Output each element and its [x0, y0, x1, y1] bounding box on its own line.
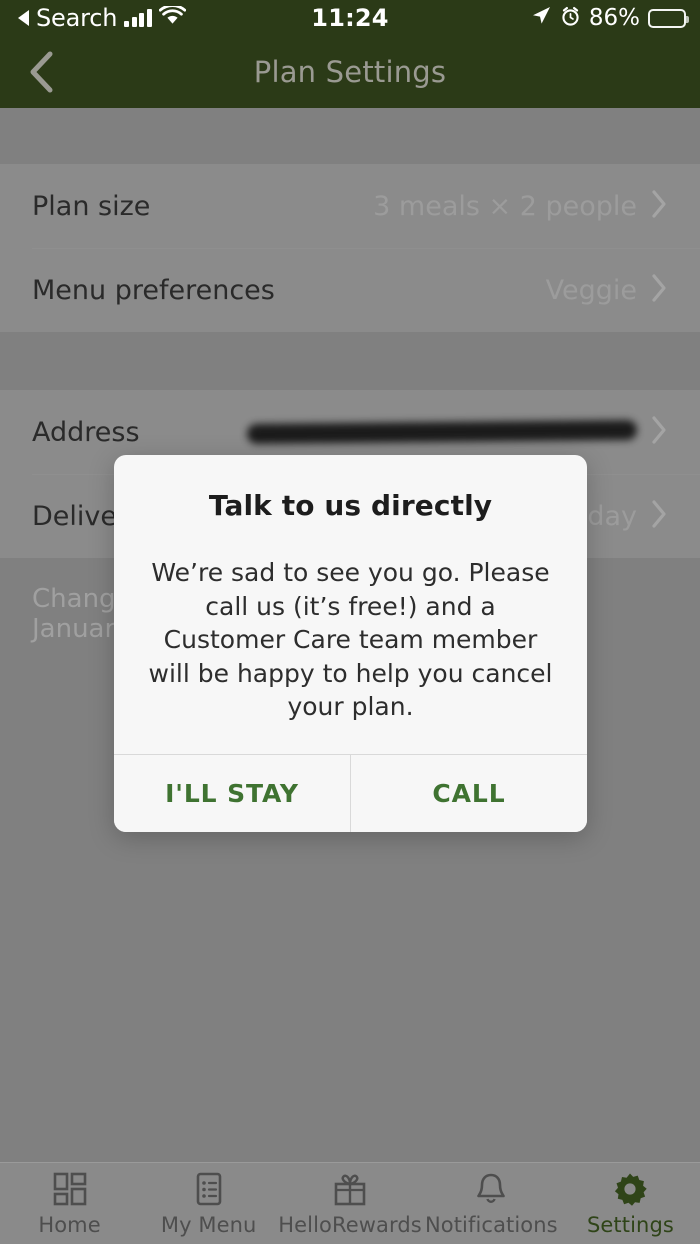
- chevron-left-icon: [27, 50, 55, 94]
- cancel-plan-dialog: Talk to us directly We’re sad to see you…: [114, 455, 587, 832]
- bottom-tab-bar: Home My Menu HelloRewards Notifications …: [0, 1162, 700, 1244]
- dialog-title: Talk to us directly: [208, 489, 493, 522]
- wifi-icon: [158, 4, 186, 30]
- settings-group-plan: Plan size 3 meals × 2 people Menu prefer…: [0, 164, 700, 332]
- nav-header: Plan Settings: [0, 36, 700, 108]
- status-bar-right: 86%: [530, 5, 689, 31]
- chevron-right-icon: [651, 273, 668, 307]
- ill-stay-button[interactable]: I'LL STAY: [114, 754, 350, 832]
- tab-label: Settings: [586, 1212, 674, 1237]
- tab-hellorewards[interactable]: HelloRewards: [278, 1163, 422, 1244]
- tab-label: My Menu: [160, 1212, 257, 1237]
- chevron-right-icon: [651, 189, 668, 223]
- back-button[interactable]: [14, 45, 68, 99]
- redacted-address-value: [246, 419, 638, 445]
- tab-home[interactable]: Home: [0, 1163, 139, 1244]
- row-right: [246, 415, 668, 449]
- call-button[interactable]: CALL: [350, 754, 587, 832]
- alarm-clock-icon: [560, 6, 581, 31]
- dialog-body: Talk to us directly We’re sad to see you…: [114, 455, 587, 754]
- row-value: 3 meals × 2 people: [373, 190, 637, 222]
- status-bar-left[interactable]: Search: [18, 4, 186, 32]
- chevron-right-icon: [651, 415, 668, 449]
- back-triangle-icon: [18, 10, 29, 26]
- cellular-signal-icon: [124, 8, 152, 27]
- settings-row-plan-size[interactable]: Plan size 3 meals × 2 people: [0, 164, 700, 248]
- chevron-right-icon: [651, 499, 668, 533]
- bell-icon: [473, 1171, 509, 1207]
- battery-percent-label: 86%: [588, 5, 640, 31]
- return-to-search-label: Search: [36, 4, 118, 32]
- tab-settings[interactable]: Settings: [561, 1163, 700, 1244]
- tab-label: Notifications: [424, 1212, 558, 1237]
- settings-row-menu-preferences[interactable]: Menu preferences Veggie: [0, 248, 700, 332]
- row-right: Veggie: [546, 273, 668, 307]
- phone-screen: Search 11:24 86% Plan Settings Plan size…: [0, 0, 700, 1244]
- row-value: Veggie: [545, 274, 637, 306]
- list-document-icon: [191, 1171, 227, 1207]
- dialog-message: We’re sad to see you go. Please call us …: [148, 558, 553, 721]
- dialog-actions: I'LL STAY CALL: [114, 753, 587, 832]
- tab-notifications[interactable]: Notifications: [422, 1163, 561, 1244]
- status-bar: Search 11:24 86%: [0, 0, 700, 36]
- page-title: Plan Settings: [253, 55, 447, 89]
- grid-icon: [52, 1171, 88, 1207]
- battery-icon: [648, 8, 689, 28]
- tab-label: Home: [38, 1212, 101, 1237]
- gift-icon: [331, 1171, 369, 1207]
- row-right: sday: [573, 499, 668, 533]
- row-label: Plan size: [32, 190, 151, 222]
- gear-icon: [612, 1171, 648, 1207]
- tab-my-menu[interactable]: My Menu: [139, 1163, 278, 1244]
- location-arrow-icon: [530, 5, 552, 31]
- row-right: 3 meals × 2 people: [373, 189, 668, 223]
- group-spacer: [0, 332, 700, 390]
- tab-label: HelloRewards: [278, 1212, 422, 1237]
- row-label: Address: [32, 416, 140, 448]
- top-spacer: [0, 108, 700, 164]
- row-label: Menu preferences: [32, 274, 275, 306]
